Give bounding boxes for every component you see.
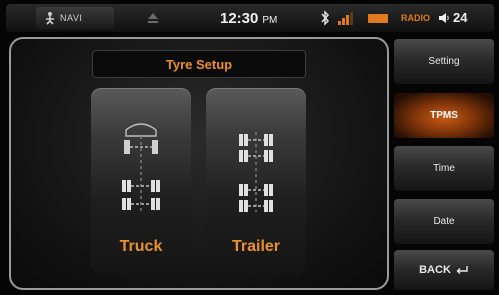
volume-value: 24 (453, 10, 468, 25)
menu-tpms-button[interactable]: TPMS (394, 93, 494, 138)
trailer-label: Trailer (231, 238, 281, 255)
signal-icon (338, 12, 353, 25)
volume-indicator[interactable]: 24 (438, 10, 467, 25)
menu-time-button[interactable]: Time (394, 146, 494, 191)
back-arrow-icon (456, 266, 468, 274)
speaker-icon (439, 12, 449, 23)
truck-label: Truck (119, 238, 163, 255)
menu-date-button[interactable]: Date (394, 199, 494, 244)
back-label: BACK (419, 264, 451, 276)
battery-icon (368, 14, 388, 23)
menu-tpms-label: TPMS (430, 110, 458, 121)
trailer-axle-icon (239, 132, 273, 212)
clock-time: 12:30 (220, 10, 259, 27)
navi-label: NAVI (60, 13, 83, 23)
radio-label[interactable]: RADIO (401, 13, 430, 23)
clock-ampm: PM (262, 15, 278, 26)
eject-icon[interactable] (146, 11, 160, 25)
menu-time-label: Time (433, 163, 455, 174)
back-button[interactable]: BACK (394, 250, 494, 290)
panel-title: Tyre Setup (92, 50, 306, 78)
clock: 12:30 PM (220, 10, 277, 27)
menu-date-label: Date (433, 216, 455, 227)
navi-icon (46, 12, 54, 25)
menu-setting-label: Setting (428, 56, 460, 67)
trailer-option-button[interactable]: Trailer (206, 88, 306, 274)
bluetooth-icon (321, 10, 330, 26)
truck-option-button[interactable]: Truck (91, 88, 191, 274)
status-bar: NAVI 12:30 PM RADIO 24 (6, 4, 494, 32)
menu-setting-button[interactable]: Setting (394, 39, 494, 84)
navi-label-group[interactable]: NAVI (44, 10, 82, 26)
truck-axle-icon (122, 123, 160, 212)
